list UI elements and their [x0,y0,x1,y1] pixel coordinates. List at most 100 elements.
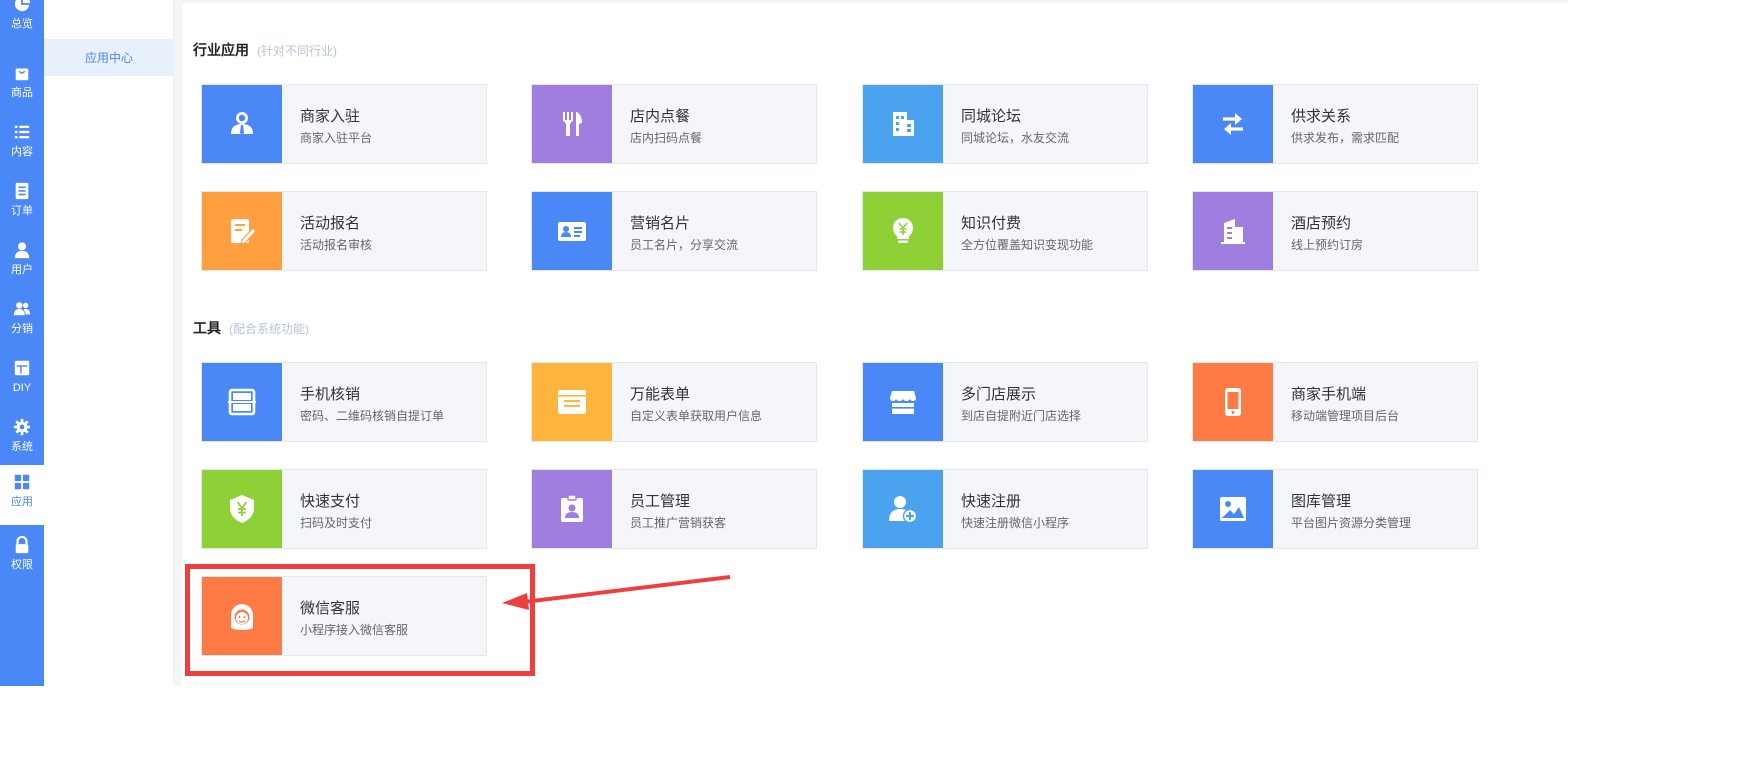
pie-chart-icon [14,0,31,12]
app-card-title: 多门店展示 [961,386,1037,403]
mobile-icon [1225,388,1241,416]
app-card-staff-management[interactable]: 员工管理 员工推广营销获客 [531,469,817,549]
merchant-icon [231,112,253,135]
app-card-desc: 商家入驻平台 [300,131,373,145]
section-subtitle: (针对不同行业) [257,44,337,58]
list-icon [14,125,30,139]
section-subtitle: (配合系统功能) [229,322,309,336]
app-card-desc: 到店自提附近门店选择 [961,409,1082,423]
app-card-mobile-verify[interactable]: 手机核销 密码、二维码核销自提订单 [201,362,487,442]
app-card-desc: 全方位覆盖知识变现功能 [961,238,1094,252]
hotel-icon [1221,219,1245,244]
app-card-icon-bg [1193,470,1273,548]
sidebar-item-label: DIY [12,382,32,394]
app-card-desc: 供求发布，需求匹配 [1291,131,1400,145]
app-card-merchant-entry[interactable]: 商家入驻 商家入驻平台 [201,84,487,164]
form-icon [558,390,586,414]
section-title-industry: 行业应用 (针对不同行业) [193,40,337,60]
app-card-supply-demand[interactable]: 供求关系 供求发布，需求匹配 [1192,84,1478,164]
app-card-icon-bg [202,363,282,441]
divider [182,0,1568,3]
annotation-highlight-box [185,564,535,676]
app-card-desc: 密码、二维码核销自提订单 [300,409,445,423]
app-card-icon-bg [1193,363,1273,441]
sidebar-item-overview[interactable]: 总览 [0,0,44,51]
app-card-title: 快速支付 [300,493,361,510]
app-card-hotel-booking[interactable]: 酒店预约 线上预约订房 [1192,191,1478,271]
sidebar-item-goods[interactable]: 商品 [0,61,44,120]
sidebar-item-label: 用户 [11,264,33,276]
app-card-title: 员工管理 [630,493,691,510]
apps-grid-icon [14,474,30,490]
users-icon [13,302,31,316]
sidebar-item-permissions[interactable]: 权限 [0,533,44,592]
sidebar-item-label: 商品 [11,87,33,99]
app-card-title: 供求关系 [1291,108,1352,125]
app-card-quick-register[interactable]: 快速注册 快速注册微信小程序 [862,469,1148,549]
app-card-desc: 店内扫码点餐 [630,131,703,145]
user-icon [14,242,30,259]
sidebar-item-orders[interactable]: 订单 [0,179,44,238]
sidebar-item-apps[interactable]: 应用 [0,465,44,525]
sidebar-item-content[interactable]: 内容 [0,120,44,179]
document-icon [15,182,29,200]
shopping-bag-icon [15,68,29,81]
app-card-gallery[interactable]: 图库管理 平台图片资源分类管理 [1192,469,1478,549]
app-card-business-card[interactable]: 营销名片 员工名片，分享交流 [531,191,817,271]
app-card-icon-bg [202,192,282,270]
app-card-title: 同城论坛 [961,108,1022,125]
app-card-icon-bg [532,470,612,548]
annotation-arrow-icon [502,575,731,610]
app-card-icon-bg [532,363,612,441]
badge-icon [561,494,583,522]
sidebar-item-label: 应用 [11,496,33,508]
app-card-desc: 活动报名审核 [300,238,373,252]
app-card-title: 图库管理 [1291,493,1352,510]
app-card-title: 万能表单 [630,386,691,403]
edit-form-icon [231,219,257,245]
user-add-icon [889,496,918,524]
section-title-tools: 工具 (配合系统功能) [193,318,309,338]
app-card-desc: 员工推广营销获客 [630,516,727,530]
app-card-merchant-mobile[interactable]: 商家手机端 移动端管理项目后台 [1192,362,1478,442]
app-card-event-signup[interactable]: 活动报名 活动报名审核 [201,191,487,271]
app-card-icon-bg [863,192,943,270]
app-card-desc: 线上预约订房 [1291,238,1364,252]
app-card-universal-form[interactable]: 万能表单 自定义表单获取用户信息 [531,362,817,442]
app-card-desc: 扫码及时支付 [300,516,373,530]
app-card-icon-bg [1193,192,1273,270]
gear-icon [13,418,31,436]
exchange-arrows-icon [1223,113,1243,135]
sidebar-item-label: 订单 [11,205,33,217]
fork-knife-icon [563,112,582,136]
scan-icon [228,388,256,416]
building-icon [893,112,914,136]
app-card-icon-bg [532,85,612,163]
sidebar-item-label: 系统 [11,441,33,453]
app-card-desc: 员工名片，分享交流 [630,238,739,252]
app-card-title: 酒店预约 [1291,215,1352,232]
sidebar-item-label: 总览 [11,18,33,30]
app-card-icon-bg [202,85,282,163]
id-card-icon [558,222,586,241]
app-card-multi-store[interactable]: 多门店展示 到店自提附近门店选择 [862,362,1148,442]
app-card-title: 活动报名 [300,215,361,232]
section-title-text: 行业应用 [193,42,249,58]
sidebar-item-label: 权限 [11,559,33,571]
store-icon [890,391,916,414]
sidebar-item-diy[interactable]: DIY [0,356,44,415]
lock-icon [15,536,29,554]
app-card-quick-pay[interactable]: 快速支付 扫码及时支付 [201,469,487,549]
section-title-text: 工具 [193,320,221,336]
sidebar-item-users[interactable]: 用户 [0,238,44,297]
app-card-city-forum[interactable]: 同城论坛 同城论坛，水友交流 [862,84,1148,164]
app-card-title: 手机核销 [300,386,361,403]
app-card-icon-bg [532,192,612,270]
app-card-paid-knowledge[interactable]: 知识付费 全方位覆盖知识变现功能 [862,191,1148,271]
app-card-dine-in-order[interactable]: 店内点餐 店内扫码点餐 [531,84,817,164]
sidebar-item-distribution[interactable]: 分销 [0,297,44,356]
divider [174,0,182,686]
submenu-item-app-center[interactable]: 应用中心 [44,39,174,76]
main-sidebar: 总览 商品 内容 订单 用户 分销 DIY 系统 应用 权限 [0,0,44,686]
app-card-desc: 平台图片资源分类管理 [1291,516,1412,530]
